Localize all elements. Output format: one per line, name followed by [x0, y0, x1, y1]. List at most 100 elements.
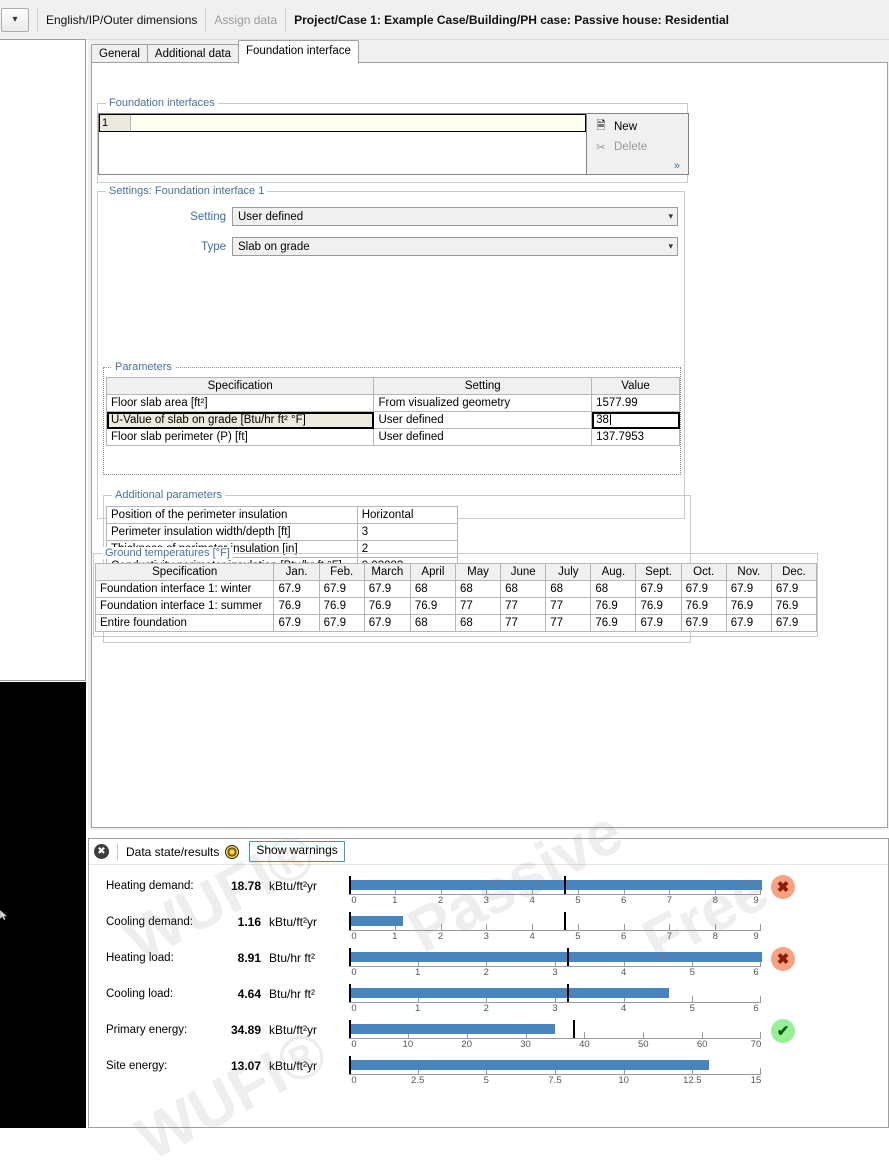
table-row[interactable]: Entire foundation 67.9 67.9 67.9 68 68 7… — [94, 614, 818, 632]
cell-value: 77 — [454, 597, 502, 615]
table-row[interactable]: Floor slab area [ft²] From visualized ge… — [105, 394, 680, 412]
cell-value: 76.9 — [273, 597, 320, 615]
scissors-icon: ✂ — [596, 142, 606, 154]
cell-value: 67.9 — [770, 614, 818, 632]
table-header-row: Specification Setting Value — [105, 377, 680, 395]
cell-specification: Foundation interface 1: winter — [94, 580, 275, 598]
tab-additional-data[interactable]: Additional data — [146, 44, 240, 63]
cell-setting[interactable]: User defined — [373, 428, 593, 446]
ground-temperatures-group: Ground temperatures [°F] Specification J… — [93, 547, 818, 637]
main-panel: General Additional data Foundation inter… — [88, 40, 889, 830]
setting-select[interactable]: User defined ▾ — [232, 207, 678, 226]
axis-tick-label: 0 — [351, 967, 357, 978]
cell-value: 76.9 — [635, 597, 682, 615]
chevron-down-icon: ▾ — [668, 241, 673, 251]
table-row[interactable]: Foundation interface 1: winter 67.9 67.9… — [94, 580, 818, 598]
axis-tick-label: 6 — [621, 895, 627, 906]
cell-value: 77 — [500, 614, 547, 632]
result-bar — [350, 880, 762, 890]
result-row: Cooling demand: 1.16 kBtu/ft²yr 0 1 2 3 4 5 6 7 8 9 — [89, 909, 888, 945]
axis-tick-label: 9 — [753, 895, 759, 906]
table-row[interactable]: U-Value of slab on grade [Btu/hr ft² °F]… — [105, 411, 680, 429]
cell-value: 68 — [409, 614, 456, 632]
cell-value: 67.9 — [273, 614, 320, 632]
cell-value[interactable]: 1577.99 — [591, 394, 680, 412]
tab-foundation-interface[interactable]: Foundation interface — [238, 40, 359, 64]
axis-tick-label: 9 — [753, 931, 759, 942]
axis-tick-label: 5 — [575, 931, 581, 942]
zero-marker — [349, 984, 351, 1002]
col-feb: Feb. — [318, 563, 365, 581]
list-item[interactable]: 1 — [99, 114, 586, 132]
axis-tick-label: 20 — [461, 1039, 472, 1050]
target-icon — [225, 844, 240, 859]
cell-setting[interactable]: From visualized geometry — [373, 394, 593, 412]
toolbar-divider-2 — [205, 7, 207, 32]
axis-tick-label: 7 — [666, 931, 673, 942]
table-row[interactable]: Perimeter insulation width/depth [ft] 3 — [106, 523, 459, 541]
show-warnings-button[interactable]: Show warnings — [249, 841, 345, 862]
header-divider — [117, 843, 118, 860]
cell-value[interactable]: 137.7953 — [591, 428, 680, 446]
axis-tick-label: 60 — [696, 1039, 708, 1050]
axis-tick-label: 3 — [483, 895, 489, 906]
cell-value: 68 — [545, 580, 592, 598]
assign-data-button[interactable]: Assign data — [214, 13, 277, 27]
cell-value[interactable]: 3 — [356, 523, 459, 541]
cell-value[interactable]: Horizontal — [356, 506, 459, 524]
axis-tick — [760, 996, 761, 1003]
cell-value: 67.9 — [273, 580, 320, 598]
cell-specification: Floor slab area [ft²] — [105, 394, 375, 412]
target-marker — [564, 876, 567, 894]
table-row[interactable]: Position of the perimeter insulation Hor… — [106, 506, 459, 524]
axis-tick-label: 2 — [483, 967, 489, 978]
axis-tick-label: 6 — [621, 931, 627, 942]
result-label: Heating load: — [106, 952, 174, 964]
cell-value: 77 — [545, 614, 592, 632]
status-pass-icon: ✔ — [771, 1019, 795, 1043]
cell-value: 67.9 — [680, 614, 727, 632]
u-value-input[interactable]: 38 — [591, 411, 680, 429]
table-row[interactable]: Foundation interface 1: summer 76.9 76.9… — [94, 597, 818, 615]
left-3d-viewport[interactable] — [0, 682, 86, 1128]
result-unit: kBtu/ft²yr — [269, 1059, 318, 1073]
units-dropdown-button[interactable]: ▾ — [1, 7, 29, 32]
settings-group-label: Settings: Foundation interface 1 — [106, 185, 268, 197]
additional-parameters-group-label: Additional parameters — [112, 489, 226, 501]
list-item-index: 1 — [100, 115, 131, 131]
axis-tick-label: 0 — [351, 1075, 357, 1086]
result-bar-chart: 0 10 20 30 40 50 60 70 — [349, 1017, 761, 1050]
cell-specification: Entire foundation — [94, 614, 275, 632]
close-circle-icon[interactable]: ✖ — [94, 844, 109, 859]
axis-tick-label: 10 — [618, 1075, 629, 1086]
tab-general[interactable]: General — [91, 44, 148, 63]
chevron-down-icon: ▾ — [668, 211, 673, 221]
list-item-name[interactable] — [131, 115, 585, 131]
table-header-row: Specification Jan. Feb. March April May … — [94, 563, 818, 581]
foundation-interfaces-list[interactable]: 1 — [98, 113, 587, 175]
axis-tick-label: 12.5 — [683, 1075, 702, 1086]
result-label: Site energy: — [106, 1060, 168, 1072]
target-marker — [564, 912, 567, 930]
cell-value: 76.9 — [409, 597, 456, 615]
axis-tick — [760, 1068, 761, 1075]
cell-value: 67.9 — [680, 580, 727, 598]
cell-setting[interactable]: User defined — [373, 411, 593, 429]
result-value: 13.07 — [230, 1059, 261, 1073]
result-bar — [350, 988, 669, 998]
left-preview-panel — [0, 39, 86, 681]
table-row[interactable]: Floor slab perimeter (P) [ft] User defin… — [105, 428, 680, 446]
cell-specification: Perimeter insulation width/depth [ft] — [106, 523, 358, 541]
delete-button[interactable]: ✂ Delete — [587, 137, 688, 157]
col-june: June — [500, 563, 547, 581]
axis-tick-label: 7.5 — [548, 1075, 562, 1086]
result-bar — [350, 1024, 556, 1034]
new-button[interactable]: 🗎 New — [587, 117, 688, 137]
toolbar-divider — [37, 7, 38, 32]
expand-more-button[interactable]: » — [674, 160, 680, 172]
col-sept: Sept. — [635, 563, 682, 581]
axis-tick-label: 2.5 — [411, 1075, 425, 1086]
result-bar-chart: 0 1 2 3 4 5 6 — [349, 945, 762, 978]
type-select[interactable]: Slab on grade ▾ — [232, 237, 678, 256]
col-setting: Setting — [373, 377, 593, 395]
